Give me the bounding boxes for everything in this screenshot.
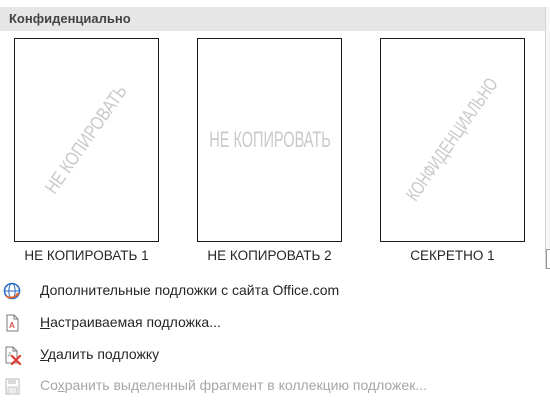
gallery-scroll-button[interactable]: [546, 249, 550, 269]
custom-watermark-icon: A: [2, 313, 22, 333]
watermark-text: НЕ КОПИРОВАТЬ: [41, 81, 132, 198]
gallery-header: Конфиденциально: [0, 7, 545, 31]
remove-watermark-icon: A: [2, 345, 22, 366]
svg-text:A: A: [9, 321, 15, 330]
menu-label-prefix: Со: [40, 377, 58, 393]
office-online-icon: [2, 281, 22, 301]
watermark-thumbnail-do-not-copy-2[interactable]: НЕ КОПИРОВАТЬ: [197, 38, 342, 242]
save-selection-icon: [2, 376, 22, 396]
gallery-scrollbar[interactable]: [545, 7, 550, 269]
menu-label: далить подложку: [47, 346, 160, 362]
watermark-text: КОНФИДЕНЦИАЛЬНО: [401, 74, 503, 206]
custom-watermark-menu-item[interactable]: A Настраиваемая подложка...: [0, 309, 545, 335]
menu-mnemonic: Н: [40, 314, 51, 330]
save-selection-to-watermark-gallery-menu-item[interactable]: Сохранить выделенный фрагмент в коллекци…: [0, 372, 545, 398]
menu-label: астраиваемая подложка...: [50, 314, 221, 330]
menu-mnemonic: У: [40, 346, 48, 362]
watermark-text: НЕ КОПИРОВАТЬ: [208, 127, 331, 152]
more-watermarks-office-menu-item[interactable]: Дополнительные подложки с сайта Office.c…: [0, 277, 545, 303]
menu-mnemonic: х: [57, 377, 65, 393]
menu-label: ополнительные подложки с сайта Office.co…: [49, 282, 340, 298]
menu-label: ранить выделенный фрагмент в коллекцию п…: [64, 377, 427, 393]
watermark-thumbnail-do-not-copy-1[interactable]: НЕ КОПИРОВАТЬ: [14, 38, 159, 242]
thumbnail-caption: НЕ КОПИРОВАТЬ 2: [207, 248, 332, 263]
thumbnail-caption: СЕКРЕТНО 1: [410, 248, 495, 263]
watermark-thumbnail-secret-1[interactable]: КОНФИДЕНЦИАЛЬНО: [380, 38, 525, 242]
remove-watermark-menu-item[interactable]: A Удалить подложку: [0, 341, 545, 367]
thumbnail-caption: НЕ КОПИРОВАТЬ 1: [24, 248, 149, 263]
menu-mnemonic: Д: [40, 282, 50, 298]
